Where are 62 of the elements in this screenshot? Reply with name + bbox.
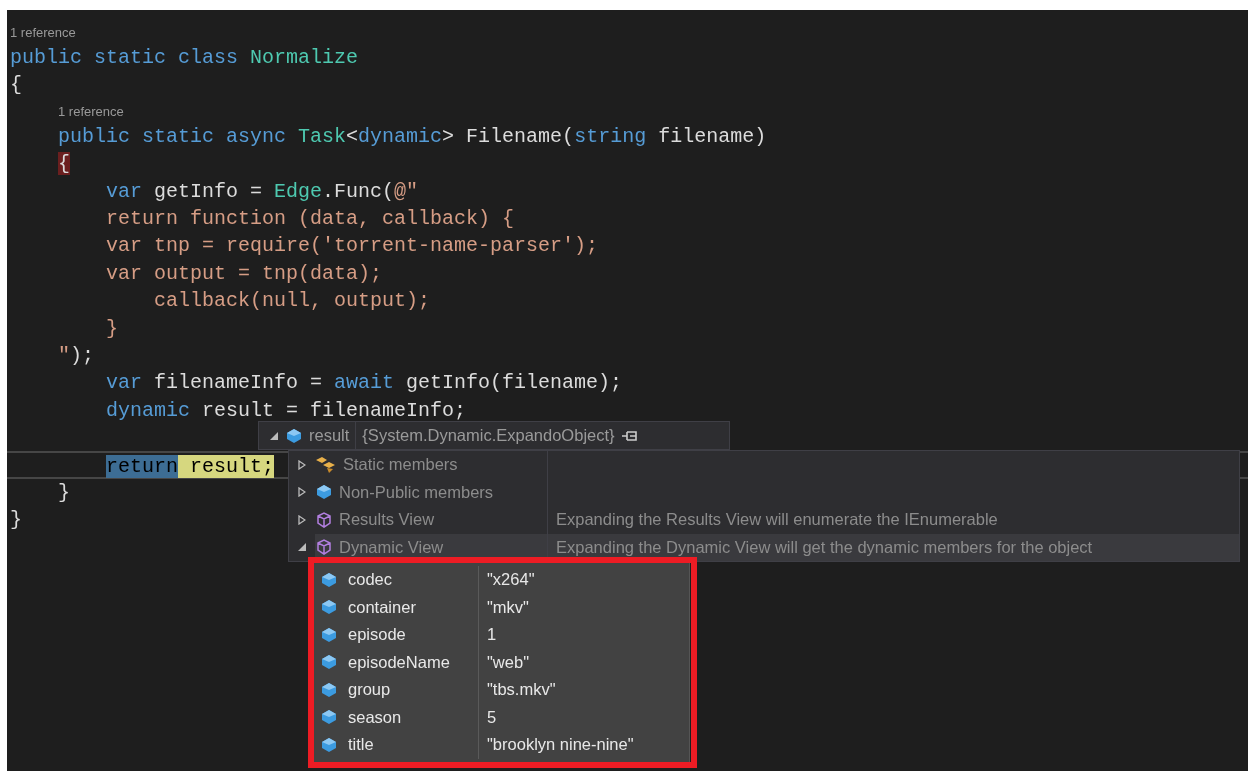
matched-brace: { [58, 152, 71, 176]
member-name: Results View [339, 509, 435, 531]
collapsed-arrow-icon[interactable] [298, 459, 306, 470]
property-value: "web" [486, 651, 529, 673]
expanded-arrow-icon[interactable] [269, 430, 279, 441]
field-cube-icon [320, 571, 338, 588]
property-name: episodeName [348, 651, 450, 673]
property-name: codec [348, 569, 393, 591]
code-line: } [10, 508, 22, 532]
code-line: return function (data, callback) { [105, 206, 515, 230]
reference-count-link[interactable]: 1 reference [58, 103, 124, 119]
collapsed-arrow-icon[interactable] [298, 514, 306, 525]
member-name: Dynamic View [339, 536, 444, 558]
variable-value: {System.Dynamic.ExpandoObject} [362, 425, 615, 447]
code-line: var filenameInfo = await getInfo(filename); [105, 371, 623, 395]
property-value: "x264" [486, 569, 535, 591]
member-name: Static members [343, 454, 458, 476]
property-value: "brooklyn nine-nine" [486, 734, 634, 756]
code-line: } [57, 480, 70, 504]
field-cube-icon [320, 736, 338, 753]
current-statement: result; [178, 455, 275, 479]
code-line: dynamic result = filenameInfo; [105, 398, 467, 422]
selected-keyword: return [106, 455, 179, 479]
member-row[interactable]: Non-Public members [289, 478, 1239, 506]
field-cube-icon [315, 484, 333, 501]
property-name: episode [348, 624, 406, 646]
member-row[interactable]: Results View Expanding the Results View will enumerate the IEnumerable [289, 506, 1239, 534]
code-line: public static async Task<dynamic> Filename(string filename) [57, 124, 767, 148]
code-line: var tnp = require('torrent-name-parser'); [105, 234, 599, 258]
code-line: callback(null, output); [153, 289, 431, 313]
code-line: var getInfo = Edge.Func(@" [105, 179, 419, 203]
code-line: } [105, 316, 119, 340]
member-row[interactable]: Static members [289, 451, 1239, 479]
code-line: public static class Normalize [10, 46, 359, 69]
member-name: Non-Public members [339, 481, 494, 503]
field-cube-icon [320, 681, 338, 698]
variable-name: result [309, 425, 350, 447]
property-value: 1 [486, 624, 497, 646]
reference-count-link[interactable]: 1 reference [10, 25, 76, 40]
code-line: { [10, 73, 22, 97]
property-name: title [348, 734, 374, 756]
collapsed-arrow-icon[interactable] [298, 487, 306, 498]
property-value: "mkv" [486, 596, 529, 618]
member-description: Expanding the Dynamic View will get the dynamic members for the object [556, 536, 1093, 558]
property-name: season [348, 706, 402, 728]
static-members-icon [315, 455, 337, 474]
field-cube-icon [320, 626, 338, 643]
code-line: "); [57, 343, 95, 367]
member-description: Expanding the Results View will enumerate the IEnumerable [556, 510, 998, 529]
pin-icon[interactable] [620, 429, 639, 442]
cube-outline-icon [315, 538, 333, 557]
property-value: 5 [486, 706, 497, 728]
property-name: group [348, 679, 391, 701]
expanded-arrow-icon[interactable] [297, 542, 307, 553]
field-cube-icon [320, 599, 338, 616]
field-cube-icon [320, 709, 338, 726]
field-cube-icon [285, 427, 303, 444]
code-line: var output = tnp(data); [105, 261, 383, 285]
property-value: "tbs.mkv" [486, 679, 556, 701]
field-cube-icon [320, 654, 338, 671]
property-name: container [348, 596, 416, 618]
cube-outline-icon [315, 510, 333, 529]
